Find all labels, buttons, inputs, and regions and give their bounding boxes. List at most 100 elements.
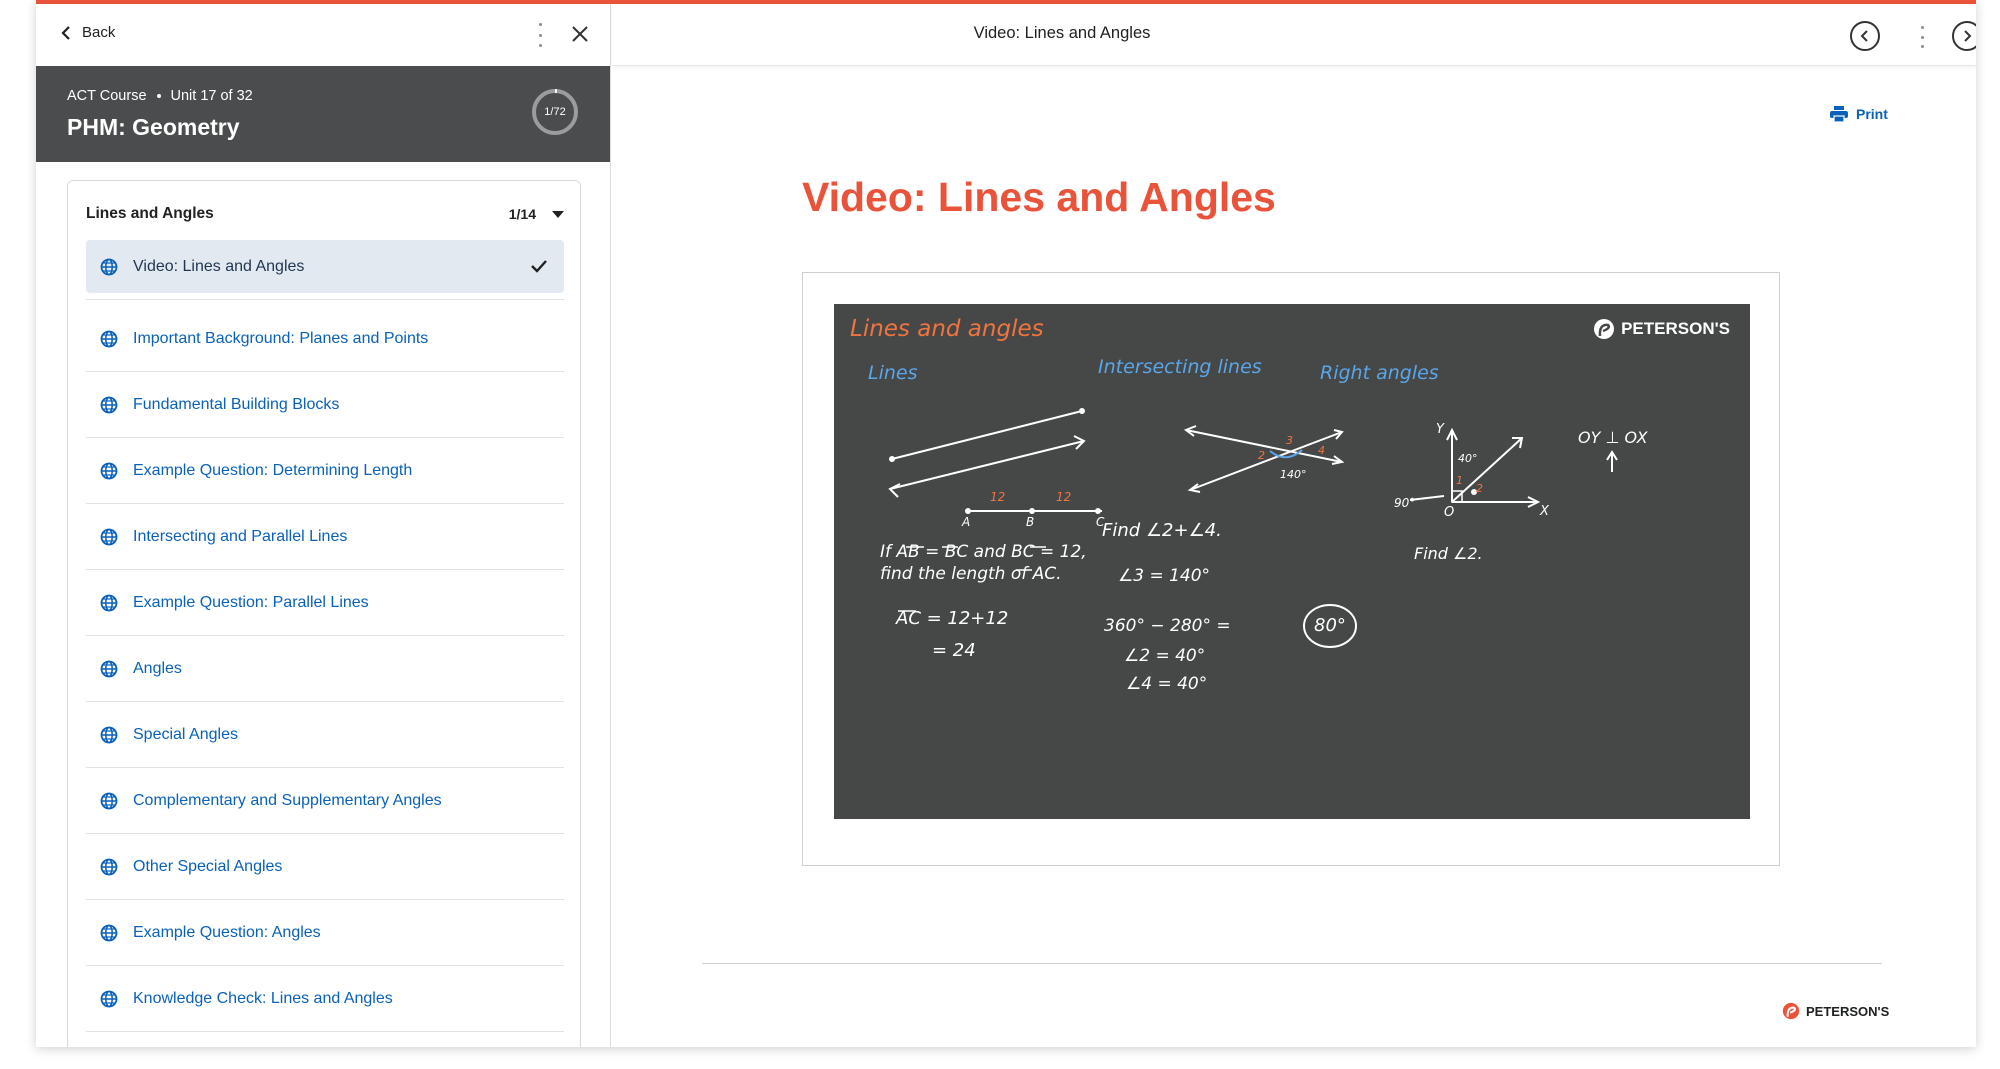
board-brand-text: PETERSON'S	[1621, 319, 1730, 338]
lesson-item[interactable]: Scenario-it Up: Lines and Angles	[86, 1032, 564, 1047]
course-header: ACT Course Unit 17 of 32 PHM: Geometry 1…	[36, 66, 610, 162]
globe-icon	[100, 258, 118, 275]
lesson-item[interactable]: Example Question: Determining Length	[86, 438, 564, 504]
lesson-item[interactable]: Special Angles	[86, 702, 564, 768]
chalkboard-video[interactable]: Lines and angles PETERSON'S Lines Inters…	[834, 304, 1750, 819]
progress-ring: 1/72	[530, 87, 580, 137]
lesson-item[interactable]: Angles	[86, 636, 564, 702]
point-a: A	[962, 515, 971, 529]
course-title: PHM: Geometry	[67, 114, 240, 140]
equation-2: 360° − 280° =	[1104, 616, 1231, 636]
angle-label-2: 2	[1258, 449, 1265, 462]
section-lines: Lines	[868, 362, 918, 384]
content-title: Video: Lines and Angles	[802, 174, 1276, 220]
lesson-item-label: Complementary and Supplementary Angles	[133, 791, 442, 809]
print-label: Print	[1856, 106, 1888, 122]
lesson-item[interactable]: Video: Lines and Angles	[86, 240, 564, 300]
course-name: ACT Course	[67, 88, 147, 104]
unit-label: Unit 17 of 32	[170, 88, 253, 104]
problem-line-1: If AB = BC and BC = 12,	[880, 542, 1087, 562]
caret-down-icon[interactable]	[552, 210, 564, 218]
solution-line-2: = 24	[932, 640, 976, 661]
globe-icon	[100, 792, 118, 809]
lesson-item[interactable]: Knowledge Check: Lines and Angles	[86, 966, 564, 1032]
chevron-left-icon	[1860, 30, 1868, 42]
footer-divider	[702, 963, 1882, 964]
print-button[interactable]: Print	[1830, 106, 1888, 122]
lesson-item-label: Video: Lines and Angles	[133, 257, 305, 275]
lesson-item-label: Example Question: Determining Length	[133, 461, 413, 479]
lesson-item-label: Important Background: Planes and Points	[133, 329, 429, 347]
video-player[interactable]: Lines and angles PETERSON'S Lines Inters…	[802, 272, 1780, 866]
more-options-icon[interactable]	[534, 20, 546, 50]
previous-button[interactable]	[1850, 21, 1880, 51]
chevron-right-icon	[1964, 30, 1972, 42]
back-button[interactable]: Back	[60, 24, 115, 41]
segment-label-12a: 12	[990, 490, 1006, 504]
chevron-left-icon	[61, 25, 70, 40]
globe-icon	[100, 924, 118, 941]
point-b: B	[1026, 515, 1035, 529]
lesson-item[interactable]: Complementary and Supplementary Angles	[86, 768, 564, 834]
globe-icon	[100, 396, 118, 413]
more-options-icon[interactable]	[1916, 23, 1928, 51]
footer-brand-text: PETERSON'S	[1806, 1003, 1890, 1019]
board-brand-logo: PETERSON'S	[1593, 318, 1730, 340]
lesson-item[interactable]: Other Special Angles	[86, 834, 564, 900]
course-meta: ACT Course Unit 17 of 32	[67, 88, 253, 104]
lesson-item-label: Intersecting and Parallel Lines	[133, 527, 348, 545]
globe-icon	[100, 462, 118, 479]
section-header[interactable]: Lines and Angles 1/14	[86, 205, 564, 223]
next-button[interactable]	[1952, 21, 1976, 51]
progress-text: 1/72	[544, 106, 566, 118]
checkmark-icon	[531, 260, 547, 273]
globe-icon	[100, 990, 118, 1007]
lesson-item-label: Knowledge Check: Lines and Angles	[133, 989, 393, 1007]
angle-label-4: 4	[1318, 444, 1325, 457]
lesson-panel: Lines and Angles 1/14 Video: Lines and A…	[67, 180, 581, 1047]
globe-icon	[100, 858, 118, 875]
axis-x-label: X	[1540, 504, 1549, 519]
separator-dot	[156, 94, 161, 98]
globe-icon	[100, 528, 118, 545]
petersons-logo-icon	[1782, 1002, 1800, 1020]
lesson-item[interactable]: Fundamental Building Blocks	[86, 372, 564, 438]
course-sidebar: Back ACT Course Unit 17 of 32 PHM: Geome…	[36, 4, 611, 1047]
find-angles-2-4: Find ∠2+∠4.	[1102, 520, 1222, 541]
sidebar-toolbar: Back	[36, 4, 610, 66]
topbar-title: Video: Lines and Angles	[973, 24, 1151, 42]
footer-brand-logo: PETERSON'S	[1782, 1002, 1889, 1020]
angle-40-label: 40°	[1458, 452, 1478, 465]
lesson-item-label: Other Special Angles	[133, 857, 283, 875]
lesson-item[interactable]: Example Question: Angles	[86, 900, 564, 966]
angle-label-3: 3	[1286, 434, 1293, 447]
lesson-item-label: Example Question: Angles	[133, 923, 321, 941]
angle-1-label: 1	[1456, 474, 1463, 487]
lesson-item[interactable]: Intersecting and Parallel Lines	[86, 504, 564, 570]
perpendicular-statement: OY ⊥ OX	[1578, 428, 1648, 447]
back-label: Back	[82, 24, 116, 41]
content-topbar: Video: Lines and Angles	[612, 4, 1976, 66]
globe-icon	[100, 594, 118, 611]
section-count-text: 1/14	[508, 206, 536, 222]
segment-label-12b: 12	[1056, 490, 1072, 504]
equation-2-result: 80°	[1314, 615, 1346, 636]
origin-label: O	[1444, 505, 1455, 520]
printer-icon	[1830, 106, 1848, 122]
close-icon[interactable]	[568, 22, 592, 46]
lesson-item-label: Special Angles	[133, 725, 238, 743]
angle-2-label: 2	[1476, 482, 1483, 495]
lesson-item[interactable]: Important Background: Planes and Points	[86, 306, 564, 372]
lesson-item-label: Example Question: Parallel Lines	[133, 593, 369, 611]
globe-icon	[100, 660, 118, 677]
axis-y-label: Y	[1436, 422, 1444, 437]
angle-label-140: 140°	[1280, 468, 1307, 481]
find-angle-2: Find ∠2.	[1414, 544, 1483, 563]
lesson-item[interactable]: Example Question: Parallel Lines	[86, 570, 564, 636]
problem-line-2: find the length of AC.	[880, 564, 1062, 584]
equation-3: ∠2 = 40°	[1124, 646, 1206, 666]
globe-icon	[100, 726, 118, 743]
lesson-item-label: Fundamental Building Blocks	[133, 395, 340, 413]
section-count: 1/14	[509, 206, 564, 222]
petersons-logo-icon	[1594, 319, 1615, 339]
